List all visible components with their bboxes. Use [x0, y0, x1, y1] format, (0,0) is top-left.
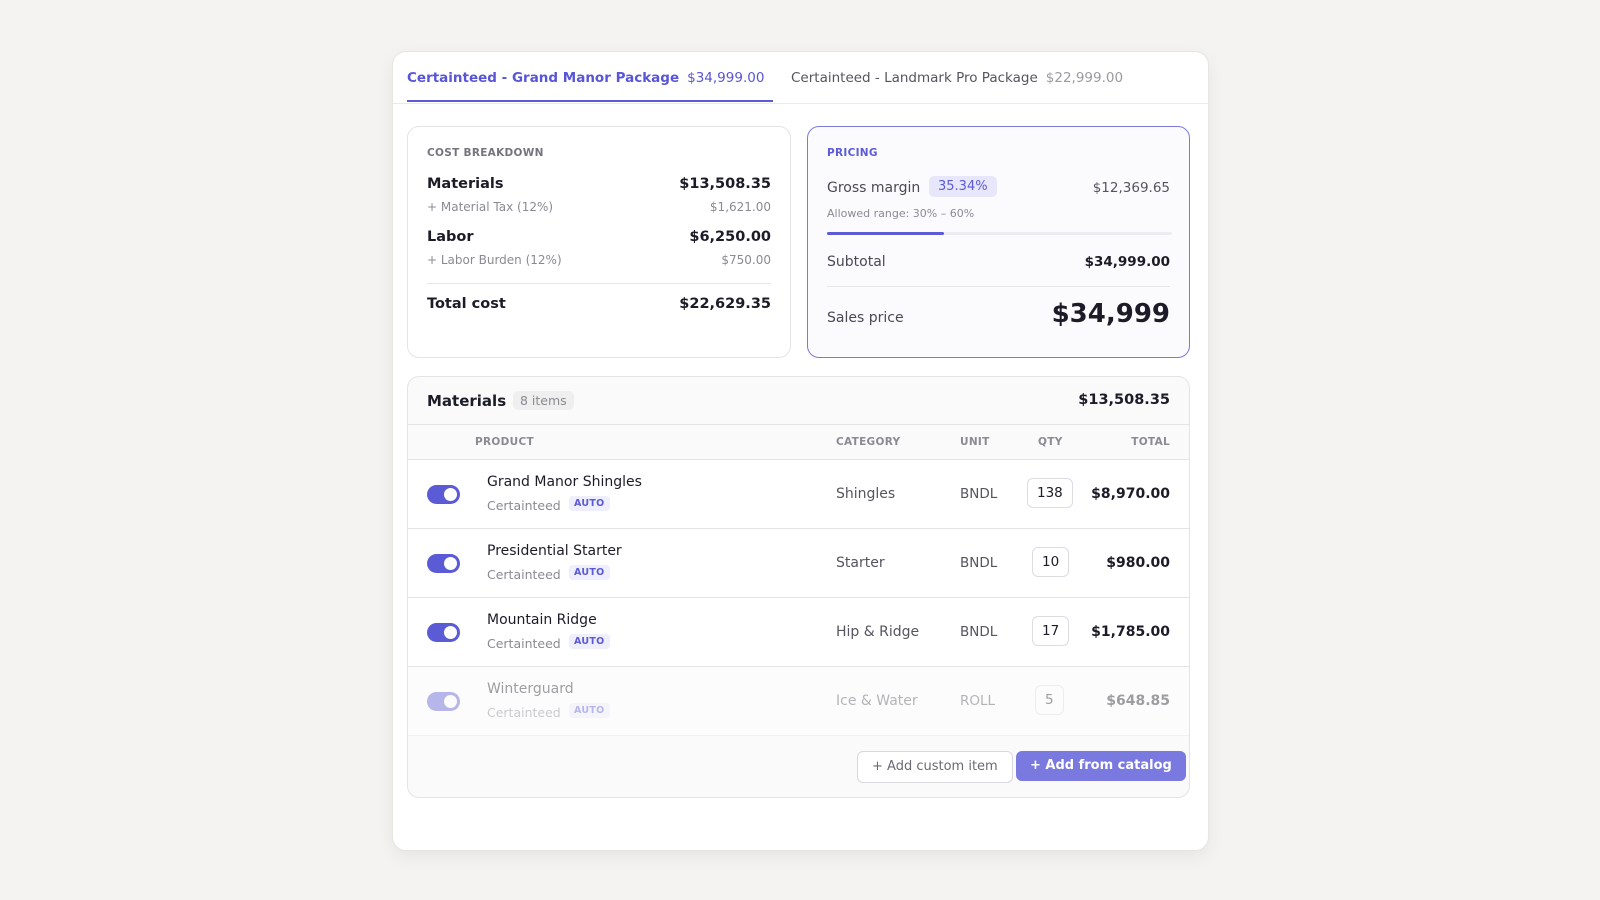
toggle-knob [444, 488, 457, 501]
margin-slider-track[interactable] [827, 232, 1172, 235]
product-unit: BNDL [960, 624, 998, 640]
quantity-input[interactable]: 17 [1032, 616, 1070, 646]
tab-landmark-pro[interactable]: Certainteed - Landmark Pro Package $22,99… [791, 70, 1123, 86]
product-total: $8,970.00 [1091, 486, 1170, 502]
materials-header: Materials 8 items $13,508.35 [408, 377, 1189, 425]
product-total: $1,785.00 [1091, 624, 1170, 640]
table-header: PRODUCT CATEGORY UNIT QTY TOTAL [408, 425, 1189, 460]
pricing-panel: PRICING Gross margin 35.34% $12,369.65 A… [807, 126, 1190, 358]
tab-label: Certainteed - Landmark Pro Package [791, 70, 1038, 86]
tab-amount: $22,999.00 [1045, 70, 1124, 86]
column-unit: UNIT [960, 436, 990, 448]
materials-panel: Materials 8 items $13,508.35 PRODUCT CAT… [407, 376, 1190, 798]
product-category: Ice & Water [836, 693, 918, 709]
total-cost-value: $22,629.35 [679, 296, 771, 312]
toggle-knob [444, 626, 457, 639]
quantity-input[interactable]: 138 [1027, 478, 1073, 508]
quantity-input[interactable]: 5 [1035, 685, 1064, 715]
product-brand: Certainteed [487, 498, 561, 513]
add-from-catalog-button[interactable]: + Add from catalog [1016, 751, 1186, 781]
quantity-input[interactable]: 10 [1032, 547, 1070, 577]
product-name: Winterguard [487, 681, 574, 697]
product-unit: BNDL [960, 555, 998, 571]
materials-title: Materials [427, 392, 507, 410]
product-category: Hip & Ridge [836, 624, 920, 640]
product-total: $980.00 [1106, 555, 1170, 571]
include-toggle[interactable] [427, 692, 460, 711]
table-row: Grand Manor Shingles Certainteed AUTO Sh… [408, 460, 1189, 529]
margin-slider-fill [827, 232, 945, 235]
include-toggle[interactable] [427, 554, 460, 573]
pricing-divider [827, 286, 1170, 287]
material-tax-value: $1,621.00 [709, 200, 771, 214]
auto-badge: AUTO [569, 496, 610, 511]
total-cost-label: Total cost [427, 296, 506, 312]
product-total: $648.85 [1106, 693, 1170, 709]
labor-cost-label: Labor [427, 229, 474, 245]
gross-margin-amount: $12,369.65 [1092, 180, 1170, 196]
column-product: PRODUCT [475, 436, 534, 448]
materials-cost-label: Materials [427, 176, 504, 192]
product-brand: Certainteed [487, 567, 561, 582]
gross-margin-percent-badge[interactable]: 35.34% [929, 176, 997, 197]
toggle-knob [444, 557, 457, 570]
column-total: TOTAL [1131, 436, 1170, 448]
pricing-heading: PRICING [827, 147, 878, 159]
materials-count-badge: 8 items [513, 391, 574, 410]
labor-cost-value: $6,250.00 [689, 229, 771, 245]
active-tab-indicator [407, 100, 773, 102]
total-cost-row: Total cost $22,629.35 [427, 296, 771, 312]
cost-divider [427, 283, 771, 284]
cost-breakdown-panel: COST BREAKDOWN Materials $13,508.35 + Ma… [407, 126, 791, 358]
product-name: Grand Manor Shingles [487, 474, 642, 490]
material-tax-label: + Material Tax (12%) [427, 200, 554, 214]
materials-total: $13,508.35 [1078, 392, 1170, 408]
labor-burden-row: + Labor Burden (12%) $750.00 [427, 253, 771, 267]
allowed-range-text: Allowed range: 30% – 60% [827, 207, 975, 220]
gross-margin-label: Gross margin [827, 180, 921, 196]
sales-price-value: $34,999 [1051, 299, 1170, 329]
product-category: Shingles [836, 486, 896, 502]
material-tax-row: + Material Tax (12%) $1,621.00 [427, 200, 771, 214]
add-custom-item-button[interactable]: + Add custom item [857, 751, 1013, 783]
labor-burden-value: $750.00 [721, 253, 771, 267]
auto-badge: AUTO [569, 565, 610, 580]
labor-cost-row: Labor $6,250.00 [427, 229, 771, 245]
table-row: Winterguard Certainteed AUTO Ice & Water… [408, 667, 1189, 736]
table-row: Mountain Ridge Certainteed AUTO Hip & Ri… [408, 598, 1189, 667]
auto-badge: AUTO [569, 703, 610, 718]
product-name: Mountain Ridge [487, 612, 597, 628]
product-brand: Certainteed [487, 705, 561, 720]
labor-burden-label: + Labor Burden (12%) [427, 253, 562, 267]
product-unit: BNDL [960, 486, 998, 502]
table-row: Presidential Starter Certainteed AUTO St… [408, 529, 1189, 598]
auto-badge: AUTO [569, 634, 610, 649]
subtotal-label: Subtotal [827, 254, 886, 270]
materials-cost-row: Materials $13,508.35 [427, 176, 771, 192]
cost-breakdown-heading: COST BREAKDOWN [427, 147, 544, 159]
tab-amount: $34,999.00 [687, 70, 765, 86]
tab-label: Certainteed - Grand Manor Package [407, 70, 680, 86]
package-card: Certainteed - Grand Manor Package $34,999… [392, 51, 1209, 851]
product-name: Presidential Starter [487, 543, 622, 559]
materials-cost-value: $13,508.35 [679, 176, 771, 192]
tab-grand-manor[interactable]: Certainteed - Grand Manor Package $34,999… [407, 70, 764, 86]
include-toggle[interactable] [427, 623, 460, 642]
column-qty: QTY [1038, 436, 1063, 448]
product-unit: ROLL [960, 693, 996, 709]
package-tabs: Certainteed - Grand Manor Package $34,999… [393, 52, 1208, 104]
product-category: Starter [836, 555, 885, 571]
column-category: CATEGORY [836, 436, 901, 448]
subtotal-value: $34,999.00 [1084, 254, 1170, 270]
toggle-knob [444, 695, 457, 708]
sales-price-label: Sales price [827, 310, 904, 326]
product-brand: Certainteed [487, 636, 561, 651]
include-toggle[interactable] [427, 485, 460, 504]
